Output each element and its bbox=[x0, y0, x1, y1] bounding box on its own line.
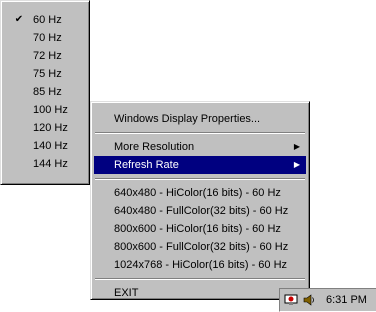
menu-item-label: 640x480 - HiColor(16 bits) - 60 Hz bbox=[114, 187, 281, 199]
submenu-arrow-icon: ▶ bbox=[293, 160, 300, 169]
refresh-rate-submenu: ✔ 60 Hz 70 Hz 72 Hz 75 Hz 85 Hz 100 Hz 1… bbox=[0, 0, 90, 185]
checkmark-icon: ✔ bbox=[14, 14, 24, 25]
clock[interactable]: 6:31 PM bbox=[326, 289, 367, 311]
refresh-option-label: 70 Hz bbox=[33, 32, 62, 44]
submenu-arrow-icon: ▶ bbox=[293, 142, 300, 151]
resolution-option-2[interactable]: 640x480 - FullColor(32 bits) - 60 Hz bbox=[94, 202, 306, 220]
refresh-option-label: 85 Hz bbox=[33, 86, 62, 98]
refresh-rate-item[interactable]: Refresh Rate ▶ bbox=[94, 156, 306, 174]
menu-separator bbox=[95, 178, 305, 180]
refresh-option-100hz[interactable]: 100 Hz bbox=[1, 101, 89, 119]
menu-item-label: Windows Display Properties... bbox=[114, 113, 261, 125]
more-resolution-item[interactable]: More Resolution ▶ bbox=[94, 138, 306, 156]
refresh-option-70hz[interactable]: 70 Hz bbox=[1, 29, 89, 47]
resolution-option-4[interactable]: 800x600 - FullColor(32 bits) - 60 Hz bbox=[94, 238, 306, 256]
windows-display-properties-item[interactable]: Windows Display Properties... bbox=[94, 110, 306, 128]
refresh-option-label: 100 Hz bbox=[33, 104, 68, 116]
resolution-option-3[interactable]: 800x600 - HiColor(16 bits) - 60 Hz bbox=[94, 220, 306, 238]
refresh-option-144hz[interactable]: 144 Hz bbox=[1, 155, 89, 173]
refresh-option-label: 120 Hz bbox=[33, 122, 68, 134]
menu-item-label: 640x480 - FullColor(32 bits) - 60 Hz bbox=[114, 205, 289, 217]
refresh-option-label: 140 Hz bbox=[33, 140, 68, 152]
refresh-option-label: 75 Hz bbox=[33, 68, 62, 80]
menu-item-label: EXIT bbox=[114, 287, 139, 299]
menu-item-label: More Resolution bbox=[114, 141, 195, 153]
menu-item-label: 800x600 - HiColor(16 bits) - 60 Hz bbox=[114, 223, 281, 235]
menu-item-label: 800x600 - FullColor(32 bits) - 60 Hz bbox=[114, 241, 289, 253]
refresh-option-label: 144 Hz bbox=[33, 158, 68, 170]
menu-separator bbox=[95, 132, 305, 134]
display-settings-icon[interactable] bbox=[284, 294, 298, 306]
tray-context-menu: Windows Display Properties... More Resol… bbox=[90, 101, 310, 300]
menu-item-label: Refresh Rate bbox=[114, 159, 179, 171]
refresh-option-75hz[interactable]: 75 Hz bbox=[1, 65, 89, 83]
refresh-option-label: 60 Hz bbox=[33, 14, 62, 26]
volume-icon[interactable] bbox=[302, 293, 316, 307]
refresh-option-label: 72 Hz bbox=[33, 50, 62, 62]
menu-separator bbox=[95, 278, 305, 280]
resolution-option-5[interactable]: 1024x768 - HiColor(16 bits) - 60 Hz bbox=[94, 256, 306, 274]
resolution-option-1[interactable]: 640x480 - HiColor(16 bits) - 60 Hz bbox=[94, 184, 306, 202]
system-tray: 6:31 PM bbox=[279, 288, 376, 312]
refresh-option-120hz[interactable]: 120 Hz bbox=[1, 119, 89, 137]
refresh-option-140hz[interactable]: 140 Hz bbox=[1, 137, 89, 155]
exit-item[interactable]: EXIT bbox=[94, 284, 306, 302]
refresh-option-85hz[interactable]: 85 Hz bbox=[1, 83, 89, 101]
menu-item-label: 1024x768 - HiColor(16 bits) - 60 Hz bbox=[114, 259, 288, 271]
refresh-option-72hz[interactable]: 72 Hz bbox=[1, 47, 89, 65]
refresh-option-60hz[interactable]: ✔ 60 Hz bbox=[1, 11, 89, 29]
